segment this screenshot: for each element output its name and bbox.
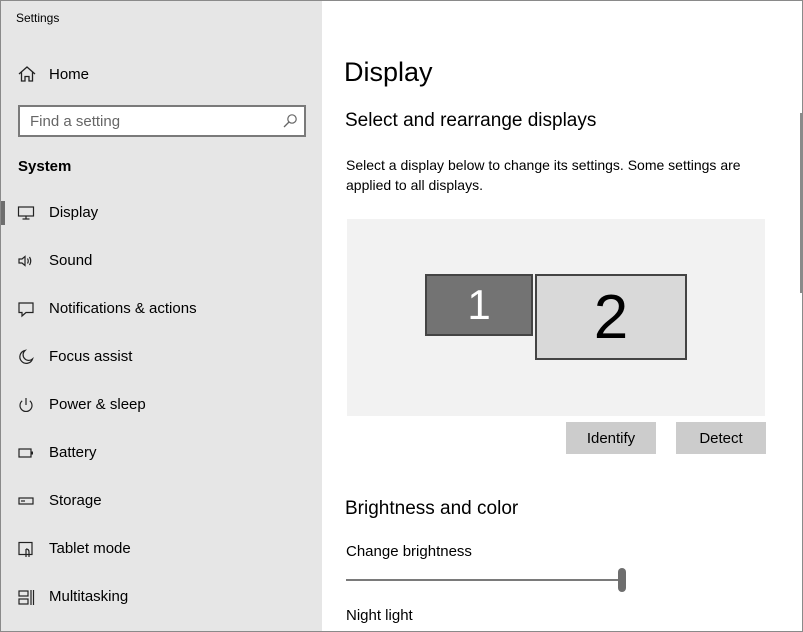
brightness-heading: Brightness and color — [345, 498, 519, 519]
detect-button[interactable]: Detect — [676, 422, 766, 454]
brightness-label: Change brightness — [346, 543, 472, 560]
sidebar-item-label: Storage — [49, 492, 102, 509]
section-title: System — [18, 158, 72, 175]
sidebar-item-label: Power & sleep — [49, 396, 146, 413]
selection-indicator — [1, 201, 5, 225]
settings-window: Settings Home Find a setting System Disp… — [0, 0, 803, 632]
brightness-slider-thumb[interactable] — [618, 568, 626, 592]
sidebar-item-label: Notifications & actions — [49, 300, 197, 317]
sidebar-item-battery[interactable]: Battery — [1, 435, 322, 471]
search-placeholder: Find a setting — [30, 113, 121, 130]
sidebar: Settings Home Find a setting System Disp… — [1, 1, 322, 631]
sidebar-item-label: Multitasking — [49, 588, 129, 605]
sidebar-item-label: Sound — [49, 252, 93, 269]
battery-icon — [17, 444, 35, 462]
power-icon — [17, 396, 35, 414]
sidebar-item-multitasking[interactable]: Multitasking — [1, 579, 322, 615]
monitor-2[interactable]: 2 — [535, 274, 687, 360]
sidebar-item-focus-assist[interactable]: Focus assist — [1, 339, 322, 375]
brightness-slider-track[interactable] — [346, 579, 622, 581]
display-arrangement-area[interactable]: 1 2 — [347, 219, 765, 416]
sidebar-item-power-sleep[interactable]: Power & sleep — [1, 387, 322, 423]
sidebar-home[interactable]: Home — [1, 59, 322, 89]
night-light-label: Night light — [346, 607, 413, 624]
home-label: Home — [49, 66, 90, 83]
home-icon — [18, 66, 36, 82]
app-title: Settings — [16, 11, 60, 25]
speaker-icon — [17, 252, 35, 270]
sidebar-item-label: Battery — [49, 444, 97, 461]
sidebar-item-tablet-mode[interactable]: Tablet mode — [1, 531, 322, 567]
moon-icon — [17, 348, 35, 366]
monitor-number: 2 — [593, 282, 629, 352]
main-content: Display Select and rearrange displays Se… — [322, 1, 802, 631]
monitor-number: 1 — [467, 281, 491, 328]
sidebar-item-label: Tablet mode — [49, 540, 131, 557]
sidebar-item-label: Display — [49, 204, 99, 221]
identify-button[interactable]: Identify — [566, 422, 656, 454]
monitor-icon — [17, 204, 35, 222]
sidebar-item-display[interactable]: Display — [1, 195, 322, 231]
search-icon[interactable] — [282, 113, 298, 129]
arrange-heading: Select and rearrange displays — [345, 110, 597, 131]
sidebar-item-storage[interactable]: Storage — [1, 483, 322, 519]
sidebar-item-notifications[interactable]: Notifications & actions — [1, 291, 322, 327]
multitasking-icon — [17, 588, 35, 606]
sidebar-item-label: Focus assist — [49, 348, 133, 365]
monitor-1[interactable]: 1 — [425, 274, 533, 336]
arrange-description: Select a display below to change its set… — [346, 157, 741, 193]
tablet-icon — [17, 540, 35, 558]
scrollbar[interactable] — [800, 113, 802, 293]
search-input[interactable]: Find a setting — [18, 105, 306, 137]
sidebar-item-sound[interactable]: Sound — [1, 243, 322, 279]
message-icon — [17, 300, 35, 318]
storage-icon — [17, 492, 35, 510]
page-title: Display — [344, 57, 433, 87]
